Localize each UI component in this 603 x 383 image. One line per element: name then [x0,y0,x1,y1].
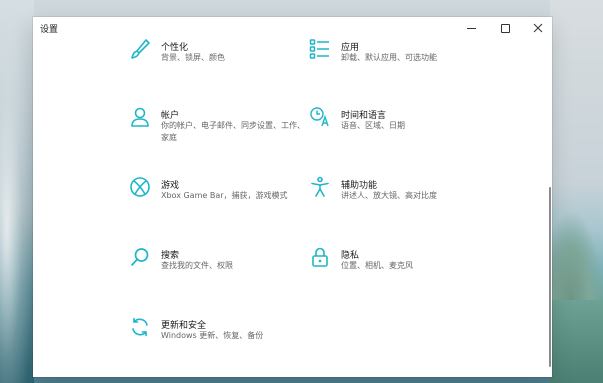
tile-accessibility[interactable]: 辅助功能 讲述人、放大镜、高对比度 [309,176,484,228]
tile-search[interactable]: 搜索 查找我的文件、权限 [129,246,304,298]
xbox-icon [129,176,151,198]
tile-description: 背景、锁屏、颜色 [161,53,225,62]
accessibility-icon [309,176,331,198]
tile-description: 讲述人、放大镜、高对比度 [341,191,437,200]
tile-apps[interactable]: 应用 卸载、默认应用、可选功能 [309,38,484,90]
minimize-icon [466,27,476,29]
search-icon [129,246,151,268]
settings-window: 设置 个性化 背景、锁屏、颜色 应用 卸载、默认应用、可选功能 帐户 你的帐户、… [33,17,552,377]
person-icon [129,106,151,128]
paintbrush-icon [129,38,151,60]
tile-update-security[interactable]: 更新和安全 Windows 更新、恢复、备份 [129,316,304,368]
tile-privacy[interactable]: 隐私 位置、相机、麦克风 [309,246,484,298]
sync-icon [129,316,151,338]
tile-description: 查找我的文件、权限 [161,261,233,270]
minimize-button[interactable] [454,17,488,39]
tile-description: Xbox Game Bar，捕获，游戏模式 [161,191,288,200]
tile-description: 位置、相机、麦克风 [341,261,413,270]
window-title: 设置 [40,25,59,35]
tile-personalization[interactable]: 个性化 背景、锁屏、颜色 [129,38,304,90]
tile-gaming[interactable]: 游戏 Xbox Game Bar，捕获，游戏模式 [129,176,304,228]
apps-list-icon [309,38,331,60]
desktop-wallpaper-left [0,0,34,383]
tile-accounts[interactable]: 帐户 你的帐户、电子邮件、同步设置、工作、家庭 [129,106,305,158]
maximize-icon [500,23,510,33]
time-language-icon [309,106,331,128]
tile-time-language[interactable]: 时间和语言 语音、区域、日期 [309,106,484,158]
tile-description: 你的帐户、电子邮件、同步设置、工作、家庭 [161,121,305,142]
scrollbar[interactable] [549,187,551,367]
wallpaper-hill [550,210,603,300]
maximize-button[interactable] [488,17,522,39]
lock-icon [309,246,331,268]
tile-description: Windows 更新、恢复、备份 [161,331,264,340]
close-icon [533,23,543,33]
tile-description: 语音、区域、日期 [341,121,405,130]
desktop-wallpaper-right [550,0,603,383]
close-button[interactable] [521,17,555,39]
tile-description: 卸载、默认应用、可选功能 [341,53,437,62]
